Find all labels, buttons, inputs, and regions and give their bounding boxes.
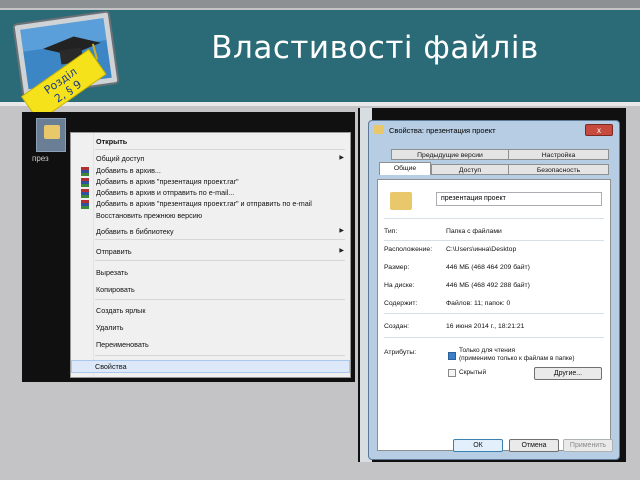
menu-item-restore-version[interactable]: Восстановить прежнюю версию: [71, 210, 350, 221]
menu-item-label: Восстановить прежнюю версию: [96, 211, 203, 220]
menu-item-label: Создать ярлык: [96, 306, 146, 315]
winrar-icon: [81, 200, 89, 209]
tab-customize[interactable]: Настройка: [508, 149, 609, 160]
menu-separator: [95, 149, 345, 150]
size-label: Размер:: [384, 264, 410, 271]
folder-name-field[interactable]: презентация проект: [436, 192, 602, 206]
winrar-icon: [81, 189, 89, 198]
menu-item-archive-rar-email[interactable]: Добавить в архив "презентация проект.rar…: [71, 198, 350, 209]
close-button[interactable]: x: [585, 124, 613, 136]
menu-item-cut[interactable]: Вырезать: [71, 267, 350, 278]
tab-sharing[interactable]: Доступ: [431, 164, 509, 175]
type-label: Тип:: [384, 228, 398, 235]
other-attributes-button[interactable]: Другие...: [534, 367, 602, 380]
menu-item-label: Вырезать: [96, 268, 128, 277]
contains-value: Файлов: 11; папок: 0: [446, 300, 511, 307]
menu-item-copy[interactable]: Копировать: [71, 284, 350, 295]
attributes-label: Атрибуты:: [384, 349, 417, 356]
menu-separator: [95, 239, 345, 240]
tab-previous-versions[interactable]: Предыдущие версии: [391, 149, 509, 160]
desktop-folder-icon[interactable]: [36, 118, 66, 152]
divider: [384, 218, 604, 219]
menu-item-label: Открыть: [96, 137, 128, 146]
menu-item-label: Переименовать: [96, 340, 149, 349]
winrar-icon: [81, 167, 89, 176]
submenu-arrow-icon: ▶: [339, 248, 344, 254]
size-on-disk-label: На диске:: [384, 282, 415, 289]
submenu-arrow-icon: ▶: [339, 228, 344, 234]
tab-security[interactable]: Безопасность: [508, 164, 609, 175]
divider: [384, 313, 604, 314]
size-value: 446 МБ (468 464 209 байт): [446, 264, 530, 271]
properties-screenshot: Свойства: презентация проект x Предыдущи…: [358, 108, 626, 462]
menu-item-create-shortcut[interactable]: Создать ярлык: [71, 305, 350, 316]
tab-container: Предыдущие версии Настройка Общие Доступ…: [377, 145, 611, 451]
cancel-button[interactable]: Отмена: [509, 439, 559, 452]
menu-separator: [95, 299, 345, 300]
menu-item-add-archive[interactable]: Добавить в архив...: [71, 165, 350, 176]
folder-icon: [374, 125, 384, 134]
created-value: 16 июня 2014 г., 18:21:21: [446, 323, 525, 330]
readonly-checkbox[interactable]: [448, 352, 456, 360]
menu-item-open[interactable]: Открыть: [71, 136, 350, 147]
hidden-label: Скрытый: [459, 369, 487, 376]
divider: [384, 240, 604, 241]
location-value: C:\Users\инна\Desktop: [446, 246, 517, 253]
winrar-icon: [81, 178, 89, 187]
ok-button[interactable]: ОК: [453, 439, 503, 452]
menu-item-label: Отправить: [96, 247, 132, 256]
menu-item-delete[interactable]: Удалить: [71, 322, 350, 333]
apply-button[interactable]: Применить: [563, 439, 613, 452]
textbook-logo-icon: Розділ 2, § 9: [12, 10, 120, 114]
desktop-icon-label: през: [32, 154, 49, 163]
menu-item-add-archive-rar[interactable]: Добавить в архив "презентация проект.rar…: [71, 176, 350, 187]
menu-item-label: Копировать: [96, 285, 135, 294]
divider: [384, 337, 604, 338]
type-value: Папка с файлами: [446, 228, 502, 235]
readonly-note: (применимо только к файлам в папке): [459, 355, 575, 362]
menu-item-label: Свойства: [95, 362, 127, 371]
hidden-checkbox[interactable]: [448, 369, 456, 377]
general-tab-panel: презентация проект Тип: Папка с файлами …: [377, 179, 611, 451]
menu-item-label: Удалить: [96, 323, 124, 332]
location-label: Расположение:: [384, 246, 433, 253]
folder-icon: [44, 125, 60, 139]
tab-general[interactable]: Общие: [379, 162, 431, 175]
menu-item-rename[interactable]: Переименовать: [71, 339, 350, 350]
contains-label: Содержит:: [384, 300, 418, 307]
created-label: Создан:: [384, 323, 409, 330]
menu-item-label: Добавить в архив "презентация проект.rar…: [96, 177, 239, 186]
menu-item-properties[interactable]: Свойства: [71, 360, 350, 373]
dialog-title: Свойства: презентация проект: [389, 126, 496, 135]
menu-item-label: Добавить в библиотеку: [96, 227, 174, 236]
menu-item-label: Добавить в архив и отправить по e-mail..…: [96, 188, 235, 197]
menu-item-label: Добавить в архив...: [96, 166, 161, 175]
menu-item-send-to[interactable]: Отправить ▶: [71, 246, 350, 257]
menu-item-add-library[interactable]: Добавить в библиотеку ▶: [71, 226, 350, 237]
menu-item-share[interactable]: Общий доступ ▶: [71, 153, 350, 164]
context-menu-screenshot: през Открыть Общий доступ ▶ Добавить в а…: [22, 112, 355, 382]
properties-dialog: Свойства: презентация проект x Предыдущи…: [368, 120, 620, 460]
submenu-arrow-icon: ▶: [339, 155, 344, 161]
menu-item-label: Добавить в архив "презентация проект.rar…: [96, 199, 312, 208]
readonly-label: Только для чтения: [459, 347, 516, 354]
menu-separator: [95, 355, 345, 356]
context-menu: Открыть Общий доступ ▶ Добавить в архив.…: [70, 132, 351, 378]
menu-separator: [95, 260, 345, 261]
folder-icon: [390, 192, 412, 210]
slide-title: Властивості файлів: [211, 30, 539, 66]
menu-item-archive-email[interactable]: Добавить в архив и отправить по e-mail..…: [71, 187, 350, 198]
size-on-disk-value: 446 МБ (468 492 288 байт): [446, 282, 530, 289]
menu-item-label: Общий доступ: [96, 154, 145, 163]
